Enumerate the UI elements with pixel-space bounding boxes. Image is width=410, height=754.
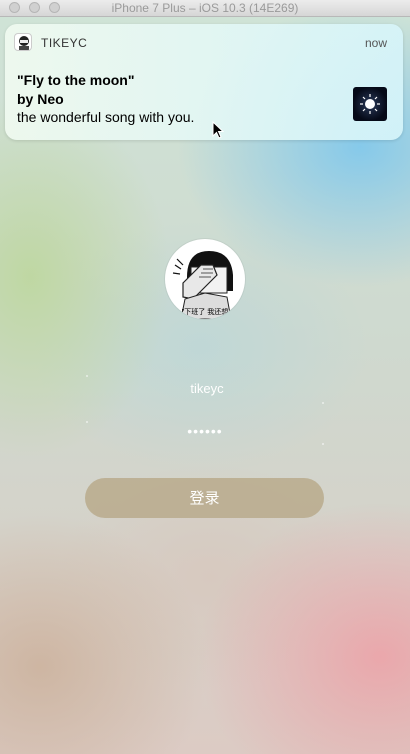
field-corner-marker [86, 375, 88, 377]
username-field[interactable] [0, 380, 410, 397]
notification-title: "Fly to the moon" [17, 72, 135, 88]
login-button[interactable]: 登录 [85, 478, 324, 518]
app-icon [14, 33, 32, 51]
notification-banner[interactable]: TIKEYC now "Fly to the moon" by Neo the … [5, 24, 403, 140]
field-corner-marker [86, 421, 88, 423]
field-corner-marker [322, 402, 324, 404]
phone-screen: TIKEYC now "Fly to the moon" by Neo the … [0, 17, 410, 754]
notification-body: the wonderful song with you. [17, 109, 195, 125]
mouse-pointer-icon [212, 120, 225, 144]
window-title: iPhone 7 Plus – iOS 10.3 (14E269) [111, 1, 299, 15]
avatar-caption: "下班了 我还想 [181, 309, 229, 316]
notification-time: now [364, 36, 387, 50]
window-title-bar: iPhone 7 Plus – iOS 10.3 (14E269) [0, 0, 410, 17]
notification-thumbnail [353, 87, 387, 121]
field-corner-marker [322, 443, 324, 445]
avatar[interactable]: "下班了 我还想 [165, 239, 245, 319]
notification-app-name: TIKEYC [41, 36, 88, 50]
notification-subtitle: by Neo [17, 91, 64, 107]
password-field[interactable]: •••••• [0, 423, 410, 439]
